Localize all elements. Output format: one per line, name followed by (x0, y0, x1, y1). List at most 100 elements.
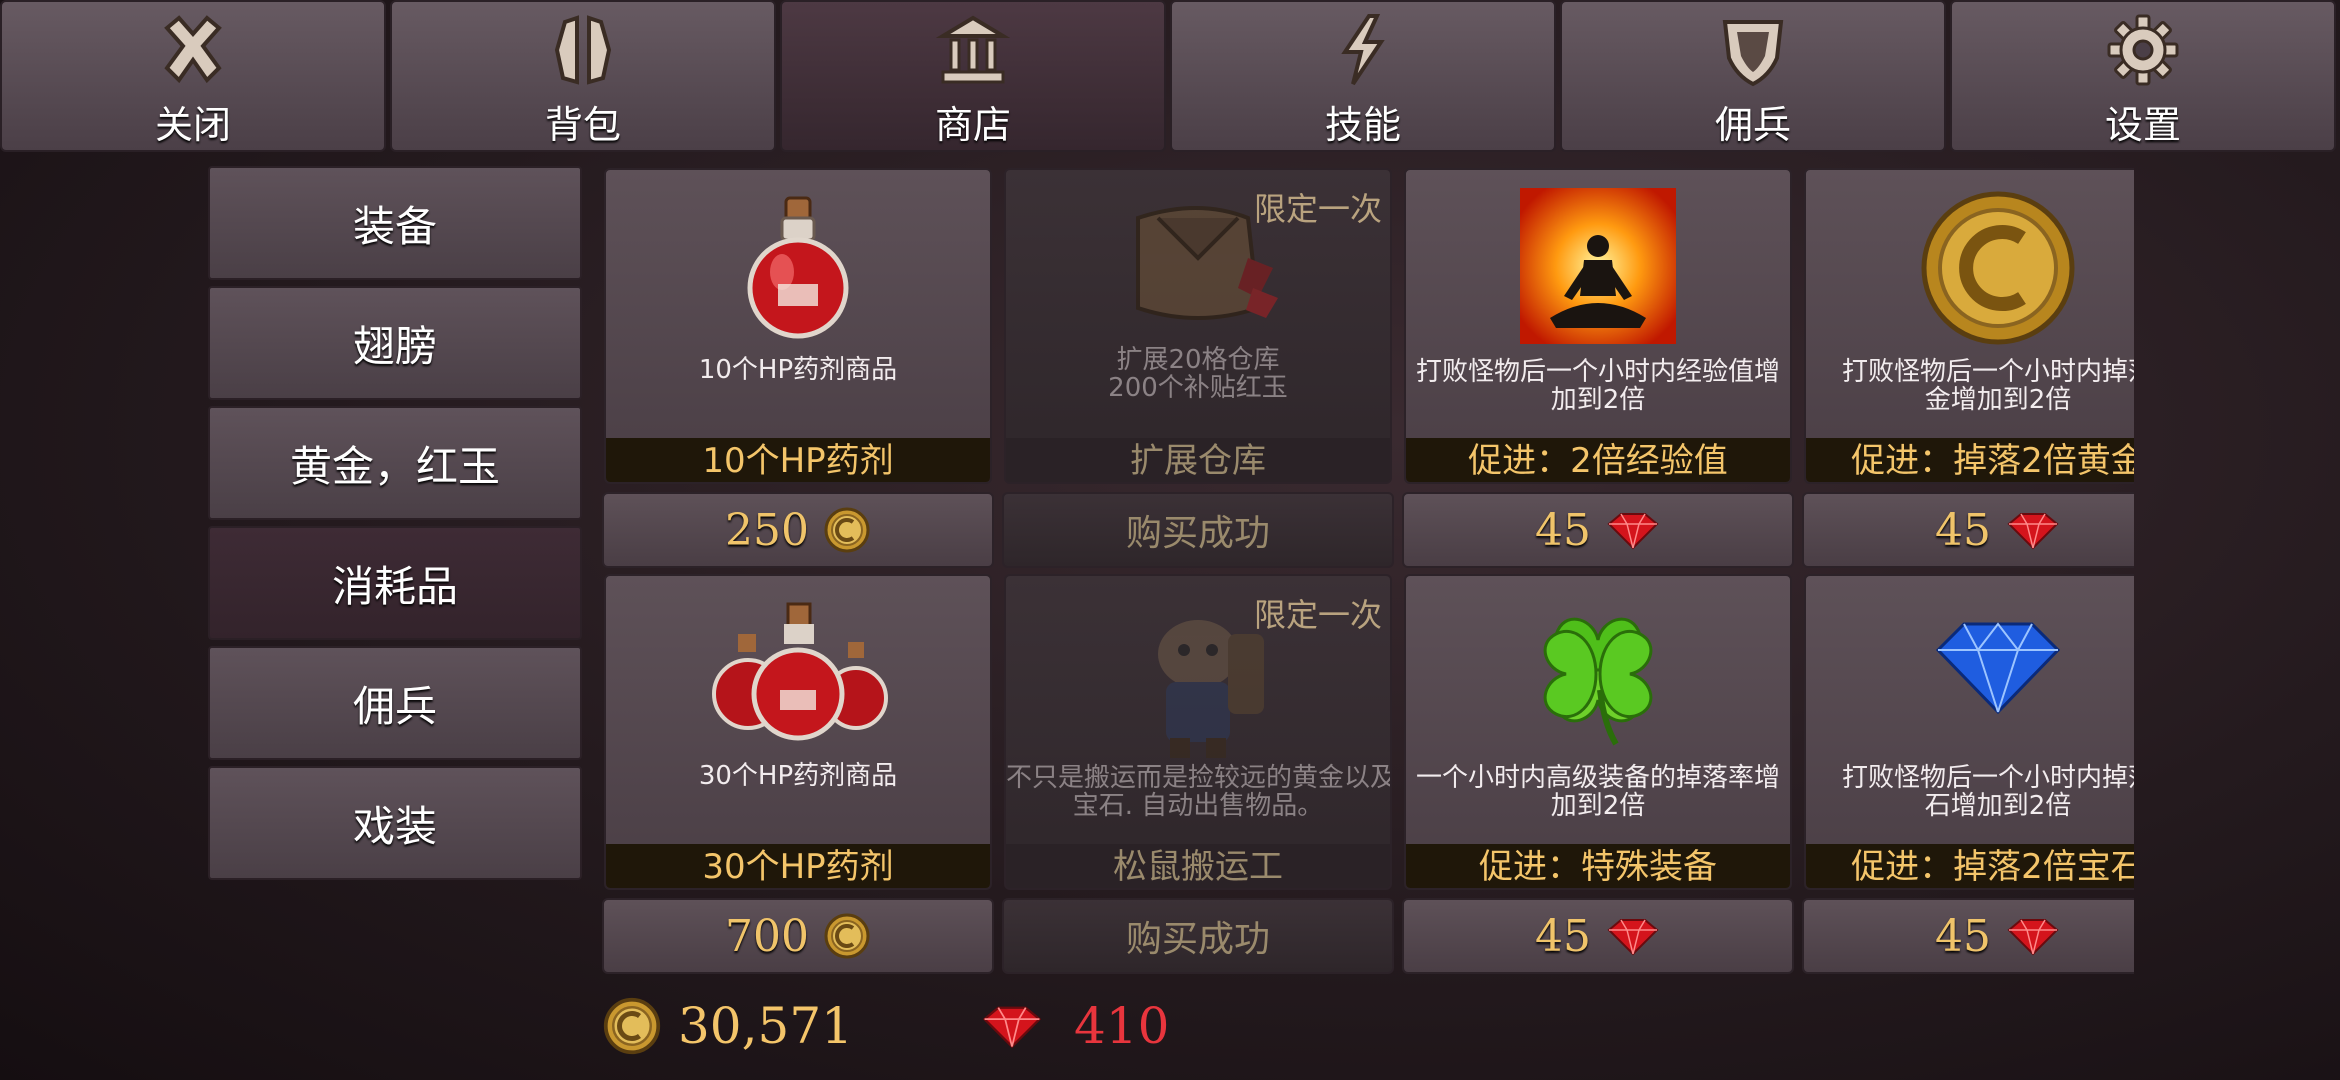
sapphire-icon (1935, 622, 2061, 715)
product-card-hp10[interactable]: 10个HP药剂商品 10个HP药剂 250 (602, 168, 994, 568)
product-card-squirrel[interactable]: 限定一次 不只是搬运而是捡较远的黄金以及 宝石. 自动出售物品。 松鼠搬运工 购… (1002, 574, 1394, 974)
price-value: 45 (1935, 910, 1991, 962)
product-body: 打败怪物后一个小时内掉落 金增加到2倍 促进：掉落2倍黄金 (1804, 168, 2134, 484)
desc-line: 扩展20格仓库 (1116, 345, 1280, 375)
status-label: 购买成功 (1125, 513, 1270, 554)
limit-label: 限定一次 (1253, 190, 1382, 228)
price-value: 700 (725, 910, 809, 962)
ruby-icon (982, 1006, 1042, 1049)
gold-amount: 30,571 (678, 997, 853, 1055)
price-button[interactable]: 45 (1802, 492, 2134, 568)
desc-line: 打败怪物后一个小时内掉落 (1841, 763, 2134, 793)
price-value: 45 (1935, 504, 1991, 556)
product-desc: 不只是搬运而是捡较远的黄金以及 宝石. 自动出售物品。 (1006, 764, 1390, 820)
nav-tab-skills[interactable]: 技能 (1170, 0, 1556, 152)
product-name: 扩展仓库 (1006, 438, 1390, 482)
product-name: 促进：2倍经验值 (1406, 438, 1790, 482)
nav-tab-backpack[interactable]: 背包 (390, 0, 776, 152)
desc-line: 不只是搬运而是捡较远的黄金以及 (1006, 763, 1392, 793)
product-card-storage[interactable]: 限定一次 扩展20格仓库 200个补贴红玉 扩展仓库 购买成功 (1002, 168, 1394, 568)
category-wings[interactable]: 翅膀 (208, 286, 582, 400)
meditation-icon (1520, 188, 1676, 344)
product-desc: 打败怪物后一个小时内掉落 金增加到2倍 (1806, 358, 2134, 414)
product-card-hp30[interactable]: 30个HP药剂商品 30个HP药剂 700 (602, 574, 994, 974)
nav-tab-label: 商店 (934, 103, 1011, 147)
nav-tab-settings[interactable]: 设置 (1950, 0, 2336, 152)
price-button[interactable]: 250 (602, 492, 994, 568)
gold-coin-icon (1921, 191, 2075, 345)
category-consumables[interactable]: 消耗品 (208, 526, 582, 640)
clover-icon (1543, 617, 1653, 746)
shop-icon (935, 15, 1011, 84)
product-desc: 10个HP药剂商品 (606, 356, 990, 384)
limit-label: 限定一次 (1253, 596, 1382, 634)
product-desc: 30个HP药剂商品 (606, 762, 990, 790)
category-costume[interactable]: 戏装 (208, 766, 582, 880)
product-name: 促进：掉落2倍黄金 (1806, 438, 2134, 482)
shield-icon (1722, 20, 1784, 87)
gold-coin-icon (824, 507, 870, 553)
category-equipment[interactable]: 装备 (208, 166, 582, 280)
desc-line: 一个小时内高级装备的掉落率增 (1415, 763, 1780, 793)
nav-tab-label: 关闭 (154, 103, 231, 147)
product-card-gold-boost[interactable]: 打败怪物后一个小时内掉落 金增加到2倍 促进：掉落2倍黄金 45 (1802, 168, 2134, 568)
desc-line: 石增加到2倍 (1924, 791, 2072, 821)
desc-line: 30个HP药剂商品 (698, 761, 898, 791)
desc-line: 打败怪物后一个小时内经验值增 (1415, 357, 1780, 387)
nav-tab-label: 技能 (1324, 103, 1401, 147)
desc-line: 宝石. 自动出售物品。 (1072, 791, 1324, 821)
ruby-icon (2007, 513, 2059, 550)
product-desc: 一个小时内高级装备的掉落率增 加到2倍 (1406, 764, 1790, 820)
product-card-exp-boost[interactable]: 打败怪物后一个小时内经验值增 加到2倍 促进：2倍经验值 45 (1402, 168, 1794, 568)
product-name: 促进：掉落2倍宝石 (1806, 844, 2134, 888)
nav-tab-label: 背包 (544, 103, 621, 147)
product-name: 30个HP药剂 (606, 844, 990, 888)
top-nav: 关闭 背包 商店 技能 佣兵 设置 (0, 0, 2340, 156)
category-sidebar: 装备 翅膀 黄金，红玉 消耗品 佣兵 戏装 (208, 166, 582, 886)
product-name: 10个HP药剂 (606, 438, 990, 482)
price-button[interactable]: 45 (1802, 898, 2134, 974)
category-mercenary[interactable]: 佣兵 (208, 646, 582, 760)
nav-tab-mercenary[interactable]: 佣兵 (1560, 0, 1946, 152)
nav-tab-label: 设置 (2104, 103, 2181, 147)
nav-tab-label: 佣兵 (1714, 103, 1791, 147)
desc-line: 金增加到2倍 (1924, 385, 2072, 415)
product-desc: 打败怪物后一个小时内经验值增 加到2倍 (1406, 358, 1790, 414)
category-gold-ruby[interactable]: 黄金，红玉 (208, 406, 582, 520)
ruby-icon (2007, 919, 2059, 956)
gold-coin-icon (603, 997, 661, 1055)
product-body: 10个HP药剂商品 10个HP药剂 (604, 168, 992, 484)
desc-line: 加到2倍 (1550, 791, 1646, 821)
product-body: 打败怪物后一个小时内经验值增 加到2倍 促进：2倍经验值 (1404, 168, 1792, 484)
product-name: 促进：特殊装备 (1406, 844, 1790, 888)
ruby-balance: 410 (980, 996, 1169, 1056)
product-body: 限定一次 不只是搬运而是捡较远的黄金以及 宝石. 自动出售物品。 松鼠搬运工 (1004, 574, 1392, 890)
product-card-gem-boost[interactable]: 打败怪物后一个小时内掉落 石增加到2倍 促进：掉落2倍宝石 45 (1802, 574, 2134, 974)
gold-balance: 30,571 (602, 996, 853, 1056)
desc-line: 加到2倍 (1550, 385, 1646, 415)
ruby-icon (1607, 919, 1659, 956)
product-body: 30个HP药剂商品 30个HP药剂 (604, 574, 992, 890)
purchased-status: 购买成功 (1002, 492, 1394, 568)
product-desc: 扩展20格仓库 200个补贴红玉 (1006, 346, 1390, 402)
hp-potion-icon (747, 196, 849, 339)
product-body: 一个小时内高级装备的掉落率增 加到2倍 促进：特殊装备 (1404, 574, 1792, 890)
price-value: 45 (1535, 910, 1591, 962)
price-button[interactable]: 45 (1402, 898, 1794, 974)
product-body: 打败怪物后一个小时内掉落 石增加到2倍 促进：掉落2倍宝石 (1804, 574, 2134, 890)
ruby-amount: 410 (1074, 997, 1170, 1055)
purchased-status: 购买成功 (1002, 898, 1394, 974)
nav-tab-shop[interactable]: 商店 (780, 0, 1166, 152)
desc-line: 10个HP药剂商品 (698, 355, 898, 385)
product-card-special-gear[interactable]: 一个小时内高级装备的掉落率增 加到2倍 促进：特殊装备 45 (1402, 574, 1794, 974)
nav-tab-close[interactable]: 关闭 (0, 0, 386, 152)
price-button[interactable]: 45 (1402, 492, 1794, 568)
price-value: 45 (1535, 504, 1591, 556)
hp-potions-icon (712, 602, 888, 741)
product-body: 限定一次 扩展20格仓库 200个补贴红玉 扩展仓库 (1004, 168, 1392, 484)
product-grid: 10个HP药剂商品 10个HP药剂 250 限定一次 扩展20格仓库 200个补… (602, 168, 2134, 976)
price-button[interactable]: 700 (602, 898, 994, 974)
ruby-icon (1607, 513, 1659, 550)
status-label: 购买成功 (1125, 919, 1270, 960)
price-value: 250 (725, 504, 809, 556)
